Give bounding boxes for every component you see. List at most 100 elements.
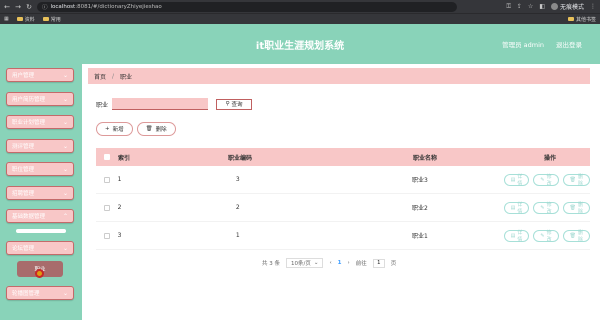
sidebar-item-label: 测评管理 bbox=[12, 144, 35, 150]
sidebar-item-label: 职位管理 bbox=[12, 167, 35, 173]
edit-label: 修改 bbox=[546, 201, 552, 215]
incognito-indicator[interactable]: 无痕模式 bbox=[550, 2, 584, 11]
pagination: 共 3 条 10条/页⌄ ‹ 1 › 前往 页 bbox=[262, 258, 396, 268]
row-checkbox[interactable] bbox=[103, 204, 110, 211]
row-delete-button[interactable]: 🗑 删除 bbox=[562, 229, 590, 243]
share-icon[interactable]: ⇪ bbox=[517, 3, 522, 10]
bookmark-label: 资料 bbox=[24, 16, 35, 23]
folder-icon bbox=[16, 17, 23, 21]
forward-icon[interactable]: → bbox=[15, 3, 21, 11]
edit-icon: ✎ bbox=[540, 176, 545, 183]
add-button-label: 新增 bbox=[112, 127, 124, 133]
sidebar-item-assessments[interactable]: 测评管理 ⌄ bbox=[6, 139, 74, 153]
page-size-value: 10条/页 bbox=[291, 261, 311, 267]
next-page-icon[interactable]: › bbox=[348, 260, 350, 266]
other-bookmarks-label: 其他书签 bbox=[575, 16, 596, 23]
select-all-checkbox[interactable] bbox=[104, 154, 110, 160]
address-bar[interactable]: ⓘ localhost:8081/#/dictionaryZhiyejiesha… bbox=[37, 1, 457, 12]
header-code: 职业编码 bbox=[227, 154, 252, 162]
chevron-down-icon: ⌄ bbox=[62, 118, 68, 126]
breadcrumb-home[interactable]: 首页 bbox=[94, 72, 106, 81]
breadcrumb-separator: / bbox=[112, 72, 115, 80]
bookmark-label: 常用 bbox=[50, 16, 61, 23]
row-delete-button[interactable]: 🗑 删除 bbox=[562, 173, 590, 187]
detail-icon: ▤ bbox=[510, 232, 516, 239]
row-delete-button[interactable]: 🗑 删除 bbox=[562, 201, 590, 215]
delete-button-label: 删除 bbox=[155, 127, 167, 133]
edit-label: 修改 bbox=[546, 229, 552, 243]
cell-code: 1 bbox=[235, 232, 240, 239]
edit-button[interactable]: ✎ 修改 bbox=[533, 201, 559, 215]
table-row: 2 2 职业2 ▤ 详情 ✎ 修改 🗑 删除 bbox=[96, 194, 590, 222]
bookmark-folder-2[interactable]: 常用 bbox=[42, 16, 61, 23]
other-bookmarks[interactable]: 其他书签 bbox=[567, 16, 596, 23]
edit-icon: ✎ bbox=[540, 204, 545, 211]
cell-name: 职业2 bbox=[412, 205, 428, 212]
sidebar-item-recruiting[interactable]: 招聘管理 ⌄ bbox=[6, 186, 74, 200]
chevron-down-icon: ⌄ bbox=[62, 95, 68, 103]
row-checkbox[interactable] bbox=[103, 176, 110, 183]
detail-label: 详情 bbox=[517, 173, 523, 187]
detail-icon: ▤ bbox=[510, 176, 516, 183]
cell-index: 1 bbox=[117, 176, 122, 183]
header-ops: 操作 bbox=[543, 154, 556, 162]
bookmark-folder-1[interactable]: 资料 bbox=[16, 16, 35, 23]
goto-input[interactable] bbox=[372, 258, 385, 268]
detail-label: 详情 bbox=[517, 201, 523, 215]
detail-button[interactable]: ▤ 详情 bbox=[503, 229, 530, 243]
sidebar-item-carousel[interactable]: 轮播图管理 ⌄ bbox=[6, 286, 74, 300]
trash-icon: 🗑 bbox=[569, 176, 576, 183]
delete-label: 删除 bbox=[577, 173, 583, 187]
detail-button[interactable]: ▤ 详情 bbox=[503, 173, 530, 187]
prev-page-icon[interactable]: ‹ bbox=[329, 260, 331, 266]
browser-toolbar: ← → ↻ ⓘ localhost:8081/#/dictionaryZhiye… bbox=[0, 0, 600, 13]
search-button[interactable]: ⚲ 查询 bbox=[216, 98, 253, 110]
sidebar-item-forum[interactable]: 论坛管理 ⌄ bbox=[6, 241, 74, 255]
edit-button[interactable]: ✎ 修改 bbox=[533, 173, 559, 187]
trash-icon: 🗑 bbox=[145, 126, 153, 132]
breadcrumb-current: 职业 bbox=[120, 73, 133, 81]
trash-icon: 🗑 bbox=[569, 232, 576, 239]
edit-label: 修改 bbox=[546, 173, 552, 187]
submenu-highlight bbox=[16, 229, 66, 233]
sidebar-item-label: 轮播图管理 bbox=[12, 291, 40, 297]
sidebar-item-users[interactable]: 用户管理 ⌄ bbox=[6, 68, 74, 82]
table-row: 3 1 职业1 ▤ 详情 ✎ 修改 🗑 删除 bbox=[96, 222, 590, 250]
key-icon[interactable]: ⚿ bbox=[506, 3, 511, 11]
delete-button[interactable]: 🗑 删除 bbox=[136, 122, 176, 136]
chevron-down-icon: ⌄ bbox=[62, 189, 68, 197]
apps-icon[interactable]: ▦ bbox=[4, 16, 9, 22]
detail-button[interactable]: ▤ 详情 bbox=[503, 201, 530, 215]
chevron-down-icon: ⌄ bbox=[62, 142, 68, 150]
add-button[interactable]: + 新增 bbox=[96, 122, 133, 136]
edit-button[interactable]: ✎ 修改 bbox=[533, 229, 559, 243]
cell-code: 3 bbox=[235, 176, 240, 183]
search-input[interactable] bbox=[112, 98, 209, 110]
page-size-select[interactable]: 10条/页 ⌄ bbox=[286, 258, 324, 268]
info-icon: ⓘ bbox=[42, 4, 48, 11]
menu-icon[interactable]: ⋮ bbox=[590, 3, 596, 10]
star-icon[interactable]: ☆ bbox=[528, 3, 533, 10]
sidebar-item-base-data[interactable]: 基础数据管理 ⌃ bbox=[6, 209, 74, 223]
back-icon[interactable]: ← bbox=[4, 3, 10, 11]
row-checkbox[interactable] bbox=[103, 232, 110, 239]
chevron-down-icon: ⌄ bbox=[62, 244, 68, 252]
reload-icon[interactable]: ↻ bbox=[26, 3, 32, 11]
admin-label: 管理员 admin bbox=[502, 41, 544, 49]
search-button-label: 查询 bbox=[231, 102, 243, 108]
sidebar-item-plans[interactable]: 职业计划管理 ⌄ bbox=[6, 115, 74, 129]
extensions-icon[interactable]: ◧ bbox=[539, 3, 545, 10]
sidebar-item-positions[interactable]: 职位管理 ⌄ bbox=[6, 162, 74, 176]
incognito-icon bbox=[550, 3, 558, 10]
cell-index: 2 bbox=[117, 204, 122, 211]
actions-row: + 新增 🗑 删除 bbox=[96, 122, 176, 136]
table-row: 1 3 职业3 ▤ 详情 ✎ 修改 🗑 删除 bbox=[96, 166, 590, 194]
sidebar-item-label: 招聘管理 bbox=[12, 191, 35, 197]
data-table: 索引 职业编码 职业名称 操作 1 3 职业3 ▤ 详情 ✎ 修改 🗑 删除 2 2 … bbox=[96, 148, 590, 250]
sidebar-item-resumes[interactable]: 用户简历管理 ⌄ bbox=[6, 92, 74, 106]
detail-icon: ▤ bbox=[510, 204, 516, 211]
page-number[interactable]: 1 bbox=[338, 260, 342, 266]
app-header: it职业生涯规划系统 管理员 admin 退出登录 bbox=[0, 24, 600, 64]
logout-link[interactable]: 退出登录 bbox=[556, 39, 582, 49]
sidebar-item-label: 职业计划管理 bbox=[12, 120, 46, 126]
